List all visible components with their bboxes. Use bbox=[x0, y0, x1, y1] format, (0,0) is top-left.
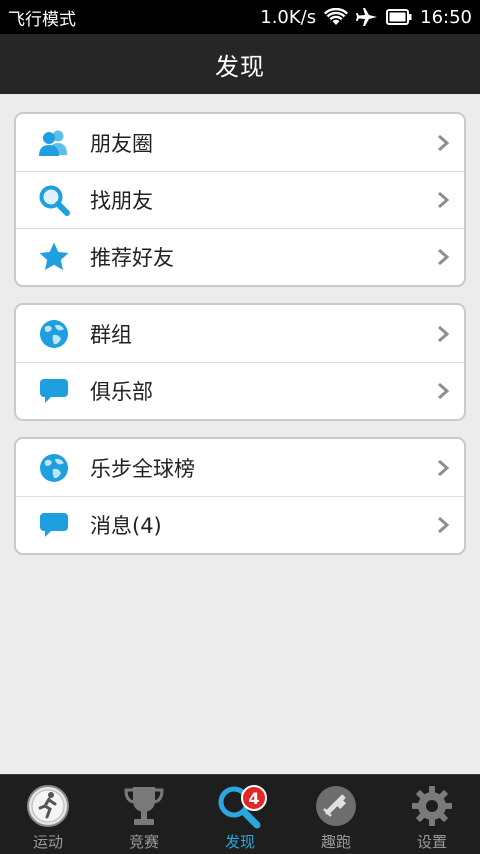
chevron-right-icon bbox=[438, 459, 450, 476]
tab-label: 竞赛 bbox=[128, 833, 159, 851]
chat-bubble-icon bbox=[38, 509, 70, 541]
tab-sport[interactable]: 运动 bbox=[0, 775, 96, 854]
menu-item-messages[interactable]: 消息(4) bbox=[16, 496, 464, 553]
menu-item-label: 朋友圈 bbox=[90, 131, 153, 156]
clock: 16:50 bbox=[420, 6, 472, 28]
chevron-right-icon bbox=[438, 382, 450, 400]
network-speed: 1.0K/s bbox=[260, 6, 317, 28]
trophy-icon bbox=[121, 783, 167, 829]
tab-label: 趣跑 bbox=[320, 833, 351, 851]
tab-label: 运动 bbox=[32, 833, 63, 851]
menu-group-ranking: 乐步全球榜 消息(4) bbox=[14, 437, 466, 555]
page-title: 发现 bbox=[215, 52, 265, 81]
globe-icon bbox=[38, 318, 70, 350]
friends-icon bbox=[38, 127, 70, 159]
menu-item-club[interactable]: 俱乐部 bbox=[16, 362, 464, 419]
airplane-icon bbox=[356, 8, 378, 26]
menu-item-label: 推荐好友 bbox=[90, 246, 174, 270]
runner-icon bbox=[25, 783, 71, 829]
battery-icon bbox=[386, 9, 412, 25]
menu-item-label: 群组 bbox=[90, 322, 132, 347]
star-icon bbox=[38, 241, 70, 273]
gear-icon bbox=[409, 783, 455, 829]
chevron-right-icon bbox=[438, 191, 450, 209]
globe-icon bbox=[38, 452, 70, 484]
chevron-right-icon bbox=[438, 134, 450, 151]
search-icon bbox=[38, 184, 70, 216]
discover-search-icon: 4 bbox=[217, 783, 267, 829]
menu-item-label: 找朋友 bbox=[90, 189, 153, 213]
tab-fun-run[interactable]: 趣跑 bbox=[288, 775, 384, 854]
menu-group-social: 朋友圈 找朋友 推荐好友 bbox=[14, 112, 466, 287]
tab-competition[interactable]: 竞赛 bbox=[96, 775, 192, 854]
chevron-right-icon bbox=[438, 325, 450, 342]
tab-discover[interactable]: 4 发现 bbox=[192, 775, 288, 854]
tab-settings[interactable]: 设置 bbox=[384, 775, 480, 854]
satellite-icon bbox=[313, 783, 359, 829]
title-bar: 发现 bbox=[0, 34, 480, 94]
menu-item-groups[interactable]: 群组 bbox=[16, 305, 464, 362]
menu-item-recommended-friends[interactable]: 推荐好友 bbox=[16, 228, 464, 285]
tab-label: 发现 bbox=[224, 833, 255, 851]
chat-bubble-icon bbox=[38, 375, 70, 407]
status-bar: 飞行模式 1.0K/s 16:50 bbox=[0, 0, 480, 34]
menu-item-find-friends[interactable]: 找朋友 bbox=[16, 171, 464, 228]
menu-item-label: 乐步全球榜 bbox=[90, 456, 195, 481]
menu-item-label: 消息(4) bbox=[90, 514, 162, 538]
menu-item-friend-circle[interactable]: 朋友圈 bbox=[16, 114, 464, 171]
notification-badge: 4 bbox=[241, 785, 267, 811]
wifi-icon bbox=[324, 8, 349, 25]
chevron-right-icon bbox=[438, 248, 450, 266]
menu-group-community: 群组 俱乐部 bbox=[14, 303, 466, 421]
chevron-right-icon bbox=[438, 516, 450, 534]
tab-label: 设置 bbox=[416, 833, 447, 851]
airplane-mode-text: 飞行模式 bbox=[8, 9, 76, 30]
menu-item-global-ranking[interactable]: 乐步全球榜 bbox=[16, 439, 464, 496]
menu-item-label: 俱乐部 bbox=[90, 380, 153, 404]
bottom-tab-bar: 运动 竞赛 4 发现 趣跑 设置 bbox=[0, 774, 480, 854]
